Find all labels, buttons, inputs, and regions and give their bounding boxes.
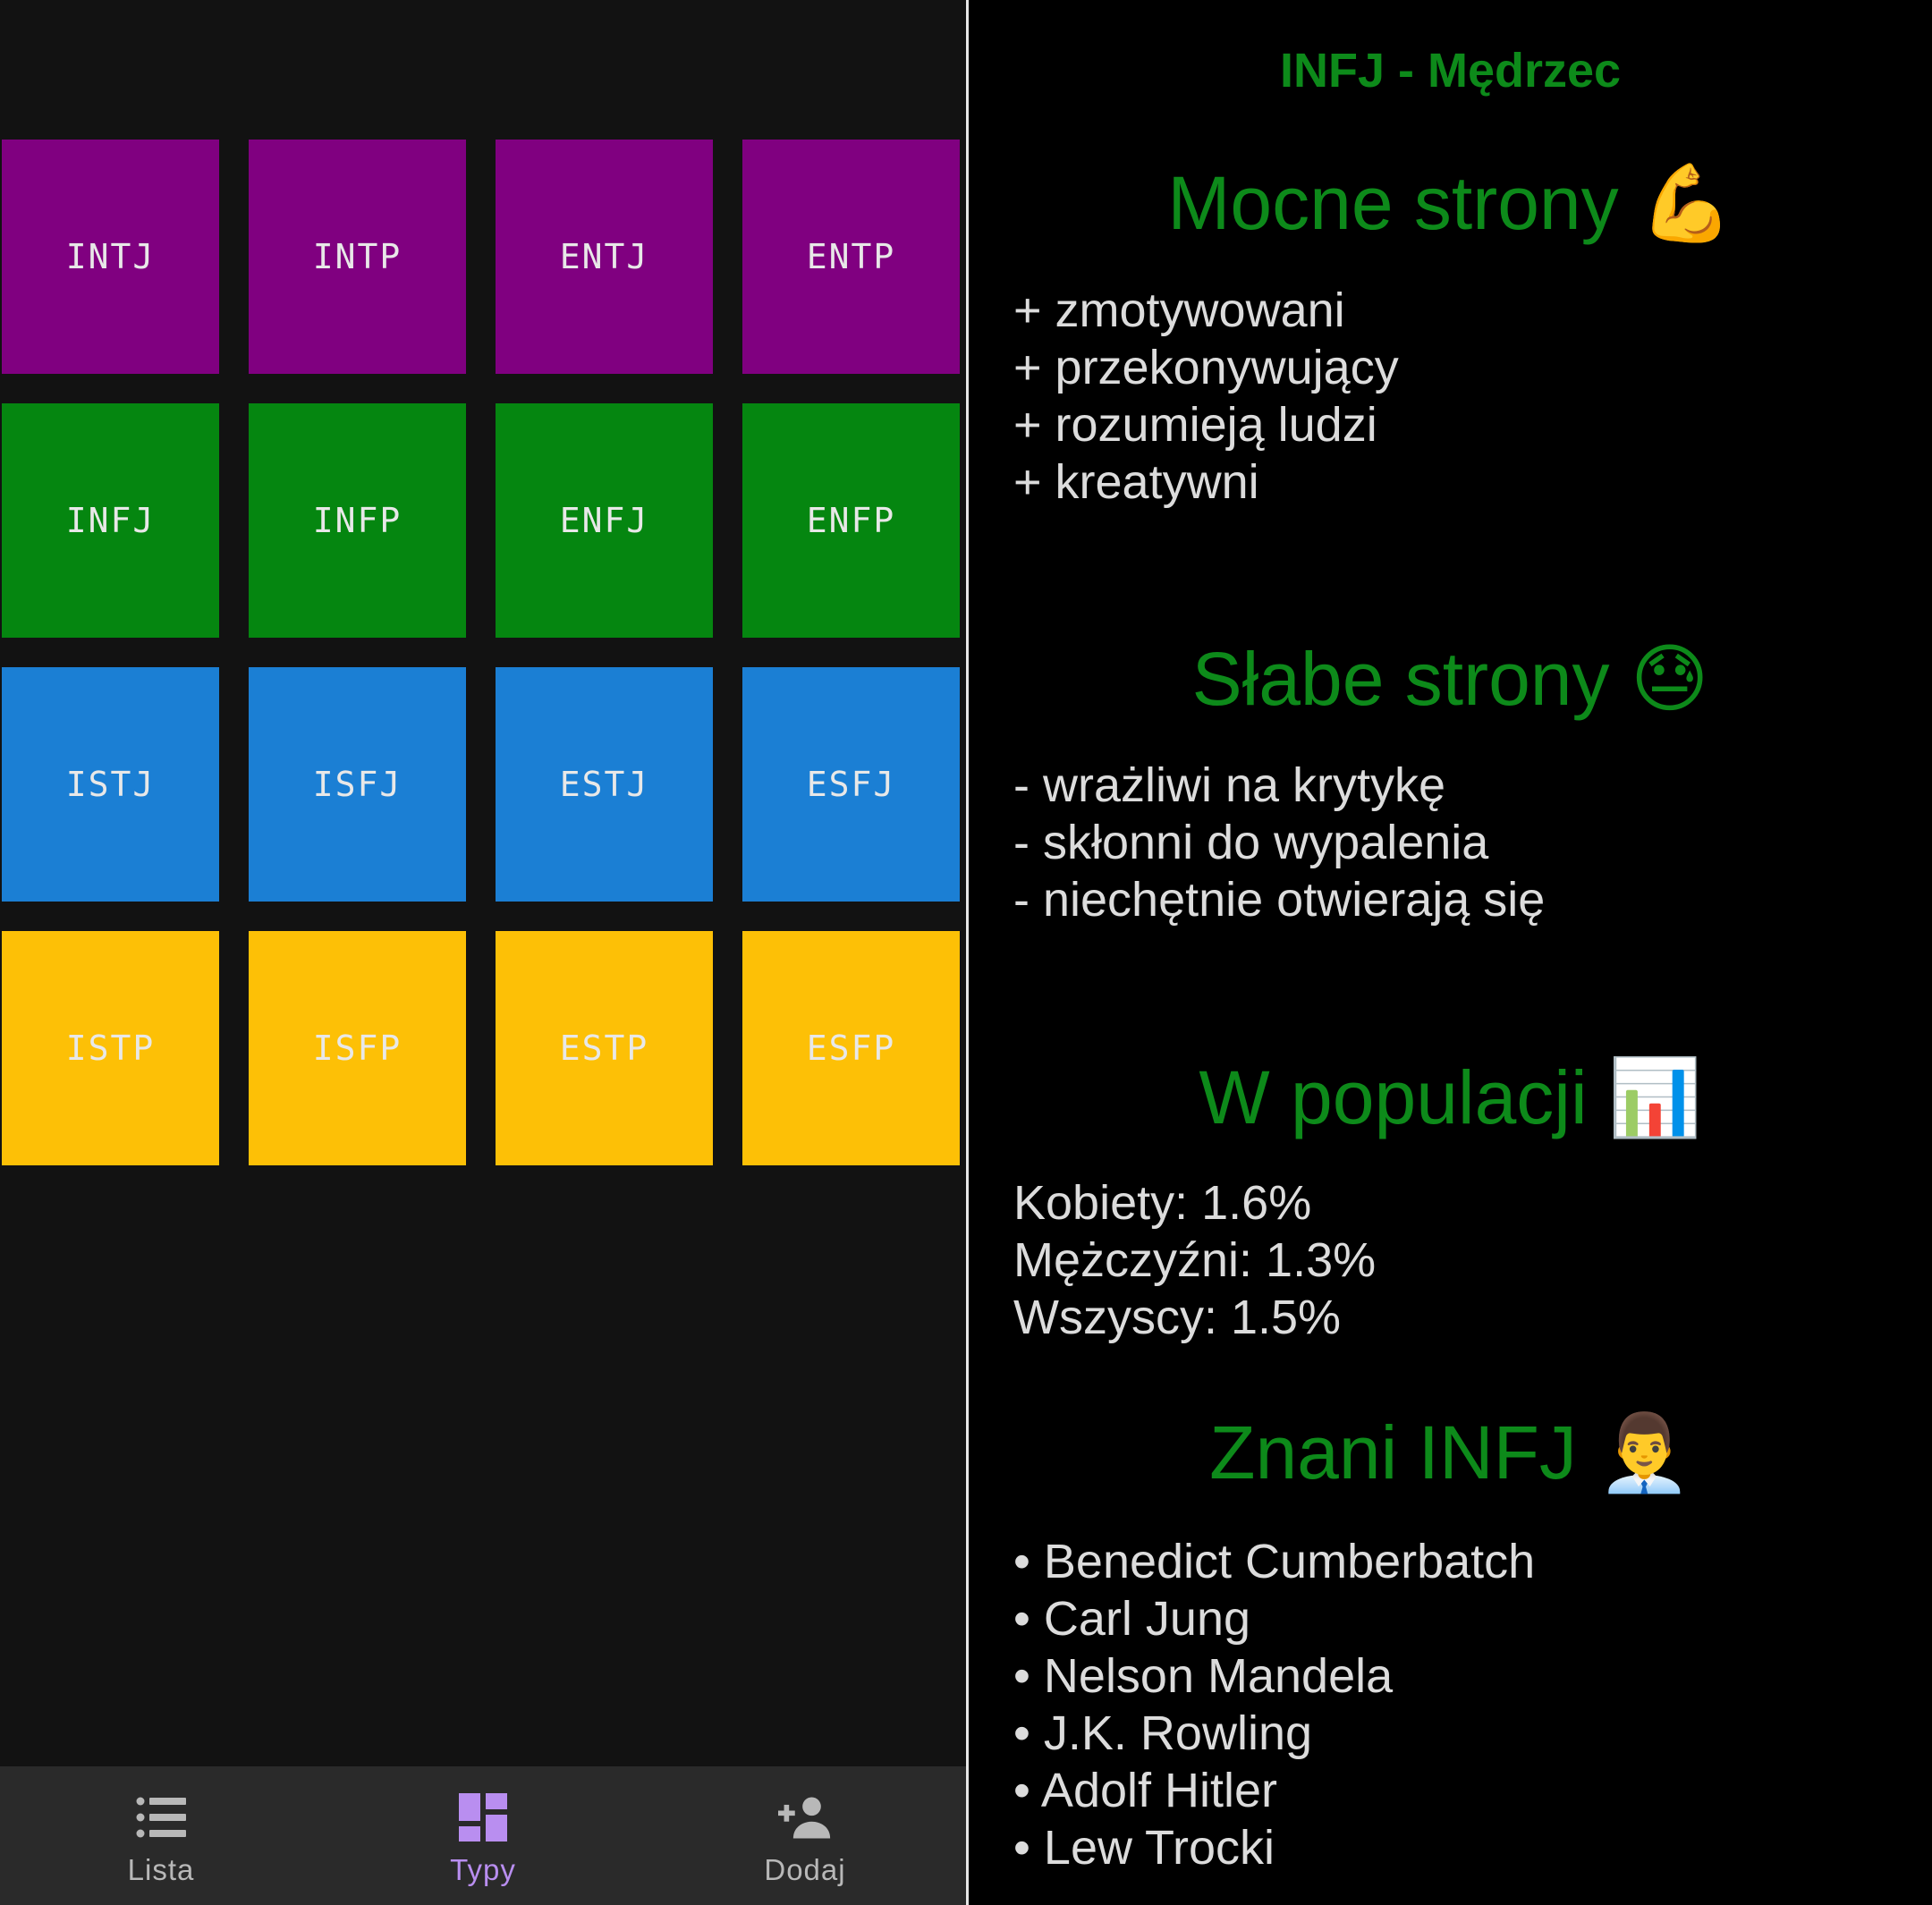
personality-type-grid: INTJ INTP ENTJ ENTP INFJ INFP ENFJ ENFP … <box>2 140 962 1166</box>
type-tile-esfj[interactable]: ESFJ <box>742 667 960 902</box>
strengths-list: + zmotywowani + przekonywujący + rozumie… <box>1013 282 1908 511</box>
strengths-heading-text: Mocne strony <box>1167 161 1619 245</box>
famous-heading-text: Znani INFJ <box>1209 1410 1577 1494</box>
population-heading-text: W populacji <box>1199 1055 1588 1139</box>
weaknesses-list: - wrażliwi na krytykę - skłonni do wypal… <box>1013 757 1908 928</box>
list-item: Kobiety: 1.6% <box>1013 1176 1312 1230</box>
type-tile-isfj[interactable]: ISFJ <box>249 667 466 902</box>
list-item: - wrażliwi na krytykę <box>1013 758 1446 812</box>
list-item: - skłonni do wypalenia <box>1013 816 1489 869</box>
type-tile-istj[interactable]: ISTJ <box>2 667 219 902</box>
sweat-face-icon: 😓 <box>1630 635 1709 723</box>
add-person-icon <box>778 1791 832 1844</box>
type-tile-intp[interactable]: INTP <box>249 140 466 374</box>
nav-item-typy[interactable]: Typy <box>322 1766 644 1905</box>
type-tile-enfp[interactable]: ENFP <box>742 403 960 638</box>
type-tile-infj[interactable]: INFJ <box>2 403 219 638</box>
office-worker-icon: 👨‍💼 <box>1597 1409 1691 1496</box>
list-item: • J.K. Rowling <box>1013 1706 1313 1760</box>
nav-label-dodaj: Dodaj <box>764 1852 846 1886</box>
list-item: + rozumieją ludzi <box>1013 398 1377 452</box>
type-tile-entp[interactable]: ENTP <box>742 140 960 374</box>
list-item: • Benedict Cumberbatch <box>1013 1535 1536 1588</box>
type-tile-intj[interactable]: INTJ <box>2 140 219 374</box>
strengths-heading: Mocne strony 💪 <box>969 159 1932 248</box>
type-tile-isfp[interactable]: ISFP <box>249 931 466 1165</box>
list-item: • Lew Trocki <box>1013 1821 1275 1875</box>
weaknesses-heading-text: Słabe strony <box>1191 637 1610 721</box>
population-list: Kobiety: 1.6% Mężczyźni: 1.3% Wszyscy: 1… <box>1013 1174 1908 1346</box>
list-icon <box>134 1791 188 1844</box>
list-item: Wszyscy: 1.5% <box>1013 1291 1342 1344</box>
nav-item-dodaj[interactable]: Dodaj <box>644 1766 966 1905</box>
nav-label-lista: Lista <box>127 1852 195 1886</box>
list-item: - niechętnie otwierają się <box>1013 873 1546 927</box>
bar-chart-icon: 📊 <box>1607 1054 1702 1141</box>
list-item: + zmotywowani <box>1013 284 1345 337</box>
type-title: INFJ - Mędrzec <box>1279 44 1622 97</box>
list-item: + przekonywujący <box>1013 341 1399 394</box>
type-detail-screen: INFJ - Mędrzec Mocne strony 💪 + zmotywow… <box>969 0 1932 1905</box>
type-tile-enfj[interactable]: ENFJ <box>496 403 713 638</box>
weaknesses-heading: Słabe strony 😓 <box>969 635 1932 723</box>
list-item: • Nelson Mandela <box>1013 1649 1394 1703</box>
type-tile-estj[interactable]: ESTJ <box>496 667 713 902</box>
list-item: + kreatywni <box>1013 455 1259 509</box>
famous-list: • Benedict Cumberbatch • Carl Jung • Nel… <box>1013 1533 1908 1876</box>
population-heading: W populacji 📊 <box>969 1054 1932 1142</box>
nav-item-lista[interactable]: Lista <box>0 1766 322 1905</box>
type-tile-istp[interactable]: ISTP <box>2 931 219 1165</box>
list-item: • Adolf Hitler <box>1013 1764 1278 1817</box>
flexed-biceps-icon: 💪 <box>1639 159 1733 247</box>
type-tile-infp[interactable]: INFP <box>249 403 466 638</box>
dashboard-icon <box>456 1791 510 1844</box>
type-tile-entj[interactable]: ENTJ <box>496 140 713 374</box>
type-tile-esfp[interactable]: ESFP <box>742 931 960 1165</box>
list-item: • Carl Jung <box>1013 1592 1251 1646</box>
types-screen: INTJ INTP ENTJ ENTP INFJ INFP ENFJ ENFP … <box>0 0 966 1905</box>
list-item: Mężczyźni: 1.3% <box>1013 1233 1377 1287</box>
bottom-navigation: Lista Typy Dodaj <box>0 1766 966 1905</box>
type-tile-estp[interactable]: ESTP <box>496 931 713 1165</box>
famous-heading: Znani INFJ 👨‍💼 <box>969 1409 1932 1497</box>
nav-label-typy: Typy <box>450 1852 516 1886</box>
